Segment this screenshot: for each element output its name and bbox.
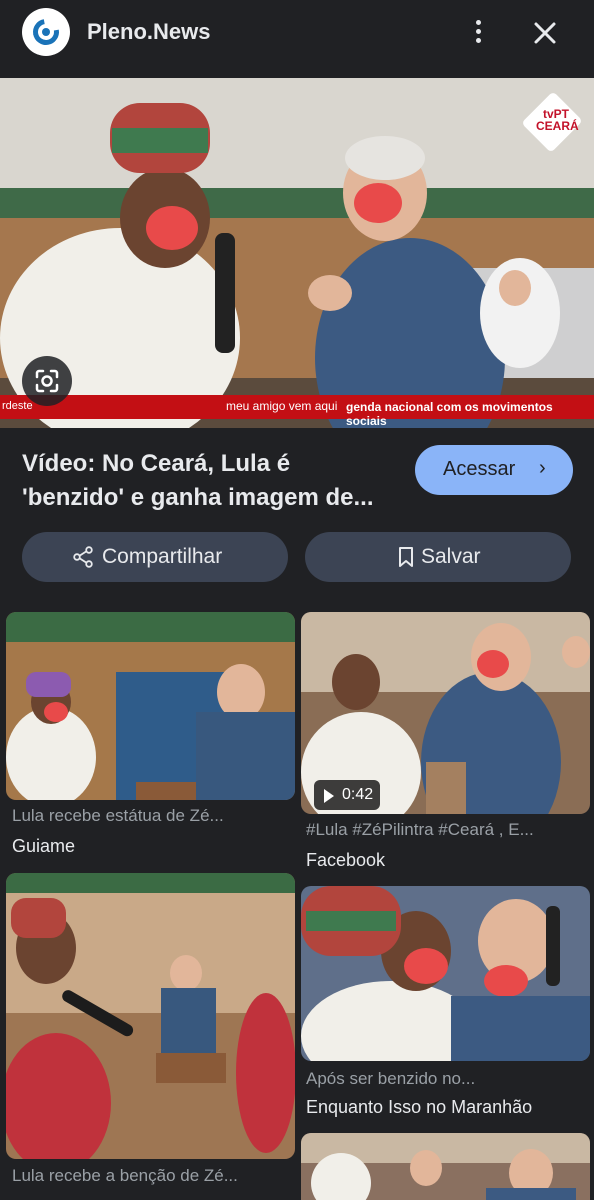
save-button[interactable]: Salvar (305, 532, 571, 582)
caption-main: meu amigo vem aqui (226, 399, 338, 413)
google-lens-icon[interactable] (22, 356, 72, 406)
video-duration: 0:42 (342, 786, 374, 803)
related-title-1[interactable]: Lula recebe estátua de Zé... (12, 806, 224, 826)
play-icon (324, 789, 334, 803)
share-button-label: Compartilhar (102, 545, 223, 568)
logo-dot (42, 28, 50, 36)
result-title-line-2: 'benzido' e ganha imagem de... (22, 484, 374, 511)
related-title-3[interactable]: Lula recebe a benção de Zé... (12, 1166, 238, 1186)
channel-logo-text: tvPT CEARÁ (536, 107, 579, 133)
site-name[interactable]: Pleno.News (87, 19, 210, 45)
related-source-4[interactable]: Enquanto Isso no Maranhão (306, 1097, 532, 1118)
result-title[interactable]: Vídeo: No Ceará, Lula é 'benzido' e ganh… (22, 447, 402, 515)
top-bar: Pleno.News (0, 0, 594, 68)
result-title-line-1: Vídeo: No Ceará, Lula é (22, 450, 291, 477)
close-icon[interactable] (528, 16, 562, 50)
visit-button-label: Acessar (443, 458, 516, 480)
bookmark-icon (395, 546, 417, 568)
chevron-right-icon: › (539, 457, 546, 479)
share-button[interactable]: Compartilhar (22, 532, 288, 582)
visit-button[interactable]: Acessar › (415, 445, 573, 495)
related-title-2[interactable]: #Lula #ZéPilintra #Ceará , E... (306, 820, 534, 840)
related-source-2[interactable]: Facebook (306, 850, 385, 871)
caption-right: genda nacional com os movimentos sociais (346, 400, 553, 428)
related-title-4[interactable]: Após ser benzido no... (306, 1069, 475, 1089)
related-image-5[interactable] (301, 1133, 590, 1200)
share-icon (72, 546, 94, 568)
save-button-label: Salvar (421, 545, 481, 568)
related-image-3[interactable] (6, 873, 295, 1159)
related-image-4[interactable] (301, 886, 590, 1061)
related-image-1[interactable] (6, 612, 295, 800)
video-duration-badge: 0:42 (314, 780, 380, 810)
site-logo-icon[interactable] (22, 8, 70, 56)
related-source-1[interactable]: Guiame (12, 836, 75, 857)
hero-image[interactable] (0, 78, 594, 428)
more-vert-icon[interactable] (466, 16, 490, 48)
